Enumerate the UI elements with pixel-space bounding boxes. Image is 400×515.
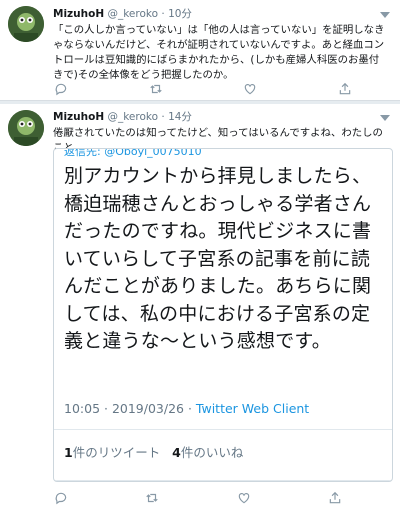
quoted-timestamp: 10:05 · 2019/03/26 ·: [64, 401, 196, 416]
tweet-text: 「この人しか言っていない」は「他の人は言っていない」を証明しなきゃならないんだけ…: [53, 24, 385, 81]
avatar[interactable]: [8, 6, 44, 42]
separator-dot: ·: [161, 111, 165, 123]
retweet-icon[interactable]: [148, 81, 164, 97]
tweet-actions: [53, 490, 343, 506]
tweet-header: MizuhoH @_keroko · 14分: [53, 111, 192, 124]
caret-down-icon[interactable]: [380, 115, 390, 121]
avatar-image: [8, 110, 44, 146]
tweet[interactable]: MizuhoH @_keroko · 10分 「この人しか言っていない」は「他の…: [0, 0, 400, 101]
divider: [54, 429, 392, 430]
divider: [54, 480, 392, 481]
avatar[interactable]: [8, 110, 44, 146]
quoted-tweet-stats: 1件のリツイート 4件のいいね: [64, 442, 243, 461]
retweet-count[interactable]: 1: [64, 445, 73, 460]
quoted-tweet-text: 別アカウントから拝見しましたら、橋迫瑞穂さんとおっしゃる学者さんだったのですね。…: [64, 165, 372, 352]
tweet[interactable]: MizuhoH @_keroko · 14分 倦厭されていたのは知ってたけど、知…: [0, 104, 400, 515]
share-icon[interactable]: [337, 81, 353, 97]
like-icon[interactable]: [236, 490, 252, 506]
avatar-image: [8, 6, 44, 42]
tweet-actions: [53, 81, 353, 97]
like-count-label[interactable]: 件のいいね: [181, 445, 244, 460]
quoted-tweet-meta: 10:05 · 2019/03/26 · Twitter Web Client: [64, 401, 309, 416]
reply-icon[interactable]: [53, 490, 69, 506]
retweet-count-label[interactable]: 件のリツイート: [73, 445, 161, 460]
display-name[interactable]: MizuhoH: [53, 111, 104, 123]
display-name[interactable]: MizuhoH: [53, 8, 104, 20]
tweet-header: MizuhoH @_keroko · 10分: [53, 8, 192, 21]
quoted-reply-to[interactable]: 返信先: @Oboyi_0075010: [64, 149, 202, 159]
retweet-icon[interactable]: [144, 490, 160, 506]
user-handle[interactable]: @_keroko: [107, 111, 158, 123]
reply-icon[interactable]: [53, 81, 69, 97]
user-handle[interactable]: @_keroko: [107, 8, 158, 20]
timestamp[interactable]: 14分: [168, 111, 192, 123]
share-icon[interactable]: [327, 490, 343, 506]
separator-dot: ·: [161, 8, 165, 20]
timestamp[interactable]: 10分: [168, 8, 192, 20]
like-icon[interactable]: [242, 81, 258, 97]
quoted-tweet[interactable]: 返信先: @Oboyi_0075010 別アカウントから拝見しましたら、橋迫瑞穂…: [53, 148, 393, 482]
caret-down-icon[interactable]: [380, 12, 390, 18]
timeline: MizuhoH @_keroko · 10分 「この人しか言っていない」は「他の…: [0, 0, 400, 515]
like-count[interactable]: 4: [172, 445, 181, 460]
quoted-source-link[interactable]: Twitter Web Client: [196, 401, 309, 416]
